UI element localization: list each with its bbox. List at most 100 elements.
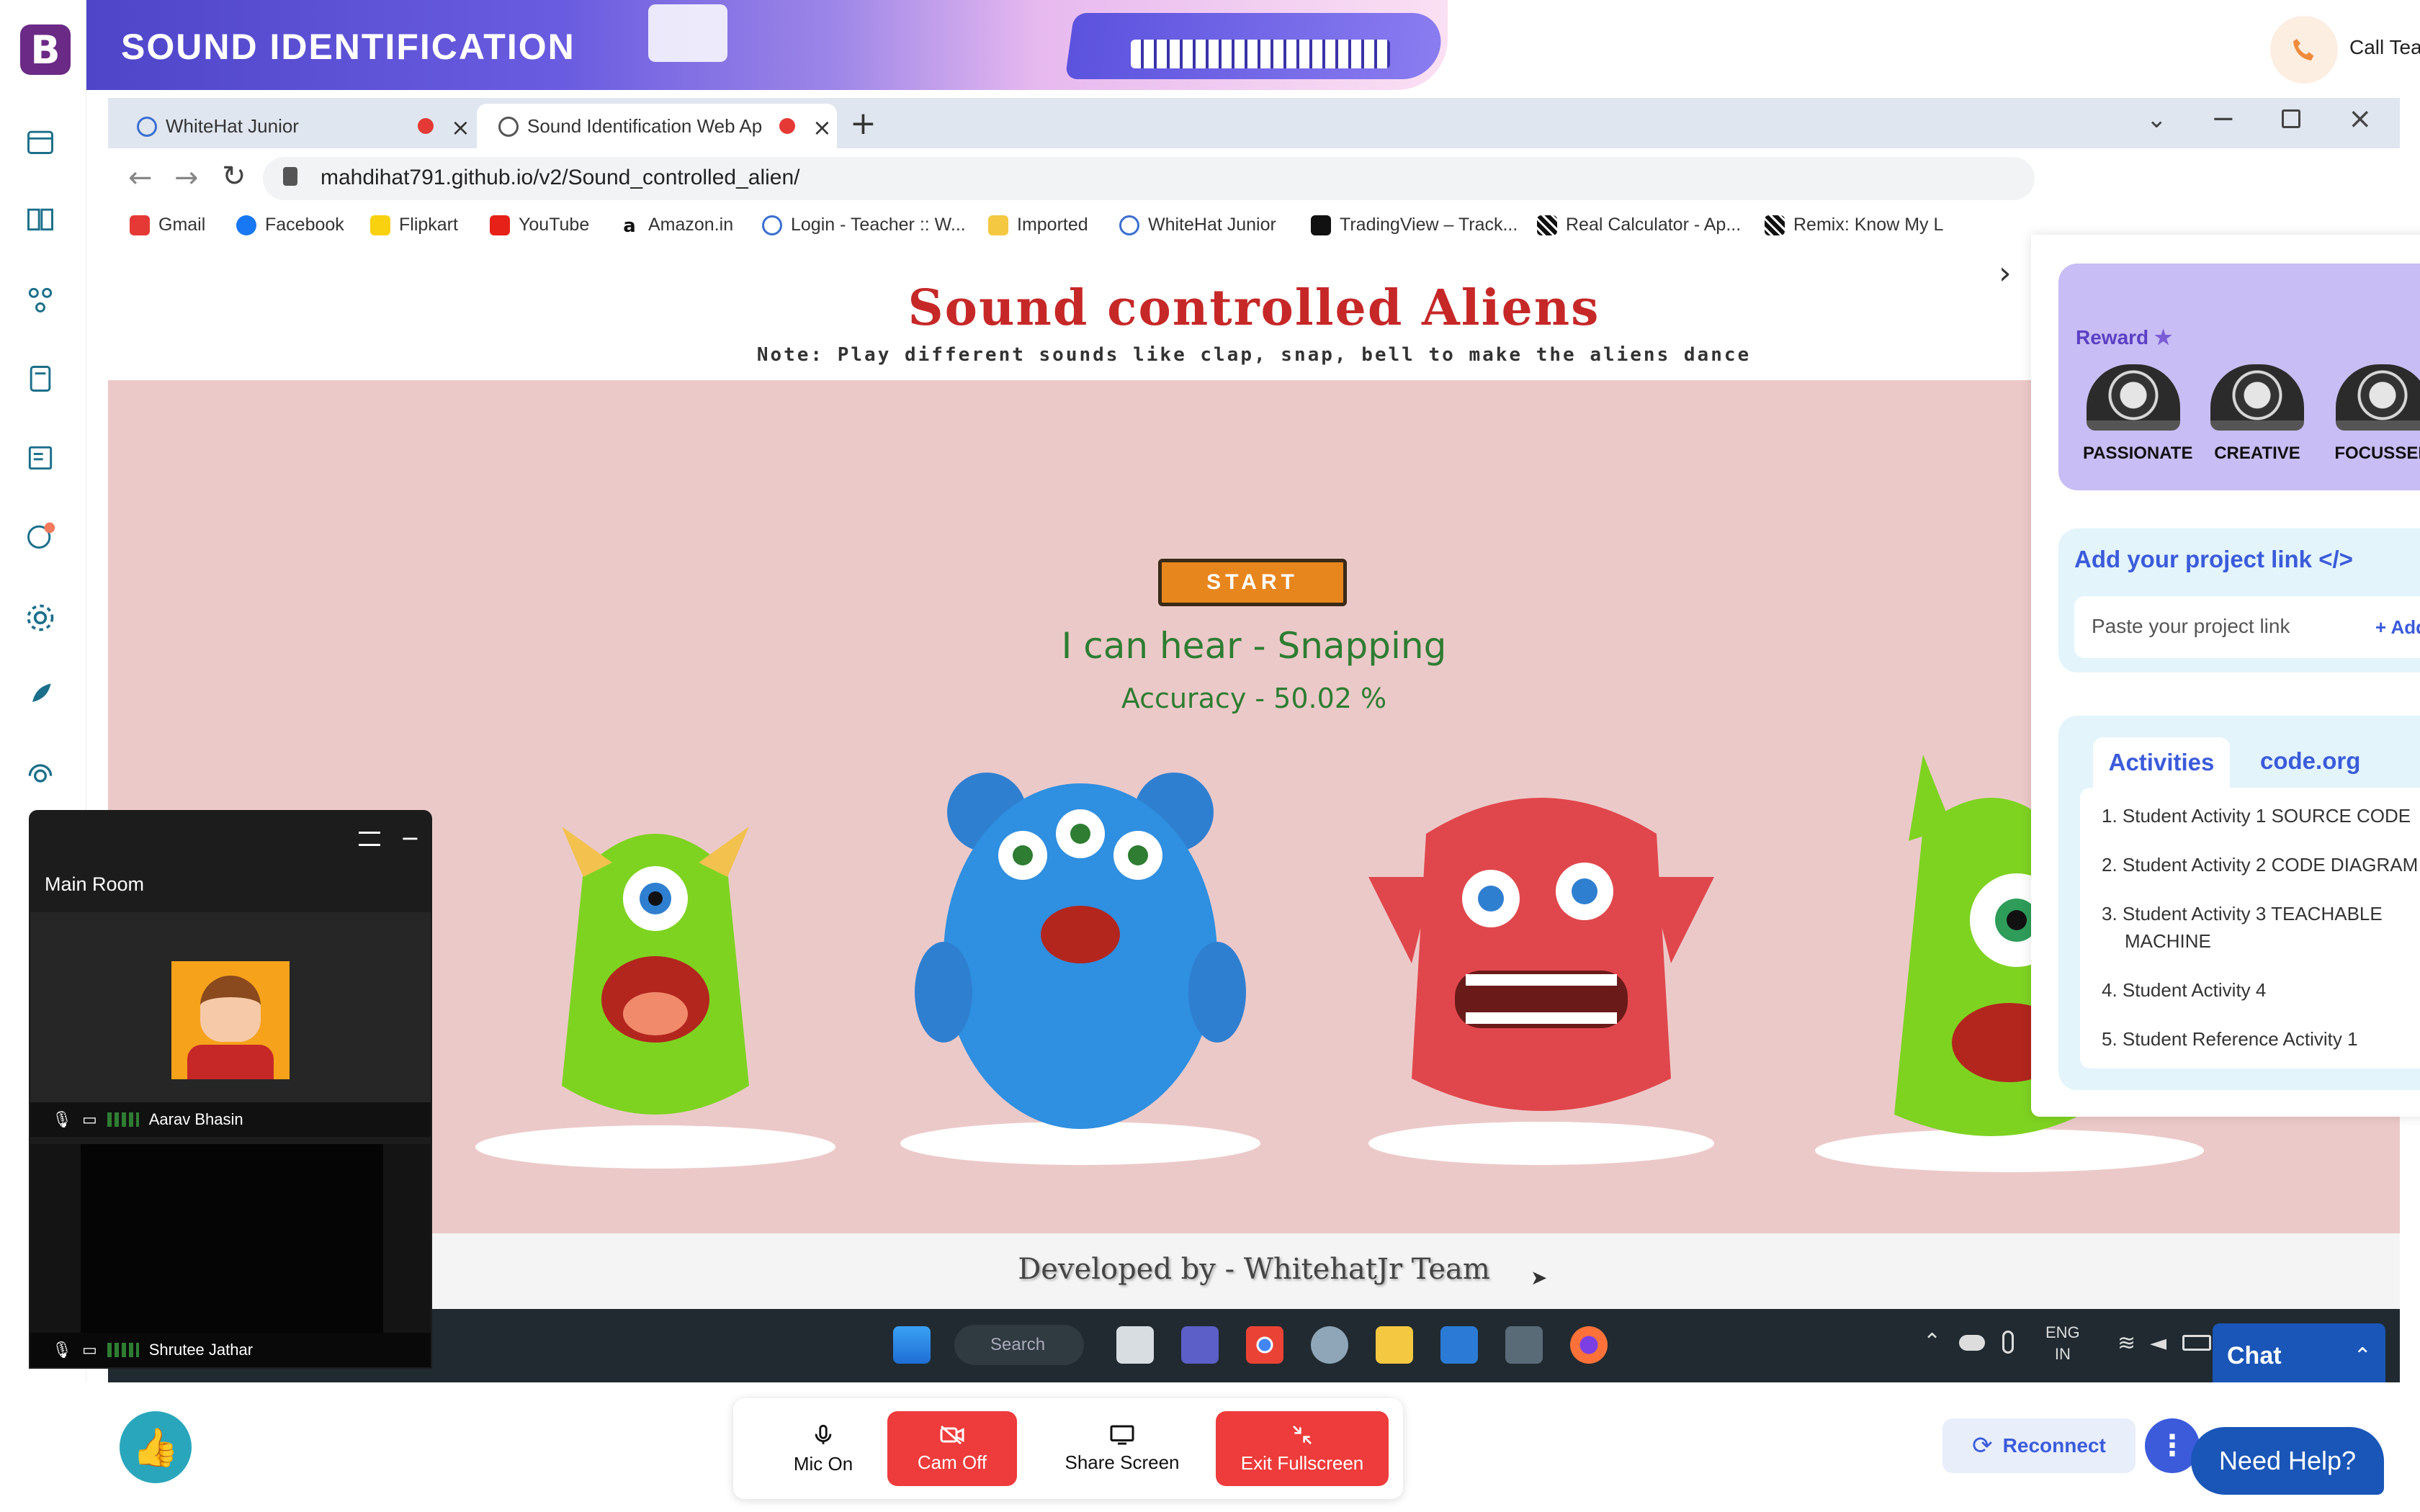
rocket-icon[interactable]: [22, 675, 59, 713]
bookmark-gmail[interactable]: Gmail: [130, 215, 205, 235]
bookmark-remix[interactable]: Remix: Know My L: [1765, 215, 1943, 235]
activity-item[interactable]: 3. Student Activity 3 TEACHABLE MACHINE: [2102, 900, 2420, 955]
tab-label: Sound Identification Web Ap: [527, 114, 763, 137]
bookmark-login-teacher[interactable]: Login - Teacher :: W...: [762, 215, 966, 235]
bookmark-tradingview[interactable]: TradingView – Track...: [1311, 215, 1518, 235]
gmail-icon: [130, 215, 150, 235]
badge-label: FOCUSSED: [2334, 444, 2420, 463]
cam-button[interactable]: Cam Off: [887, 1411, 1017, 1486]
settings-app-icon[interactable]: [1311, 1326, 1348, 1364]
settings-icon[interactable]: [22, 599, 59, 636]
tab-sound-identification[interactable]: Sound Identification Web Ap ×: [477, 104, 837, 148]
exit-fullscreen-button[interactable]: Exit Fullscreen: [1216, 1411, 1389, 1486]
cloud-icon[interactable]: [1959, 1335, 1985, 1351]
flipkart-icon: [370, 215, 390, 235]
project-link-input[interactable]: Paste your project link + Add: [2074, 596, 2420, 658]
reconnect-button[interactable]: ⟳ Reconnect: [1942, 1418, 2136, 1473]
badge-creative[interactable]: CREATIVE: [2207, 364, 2308, 464]
forward-icon[interactable]: →: [174, 161, 199, 194]
bookmark-youtube[interactable]: YouTube: [490, 215, 589, 235]
bookmark-imported[interactable]: Imported: [988, 215, 1088, 235]
taskbar-search[interactable]: Search: [954, 1325, 1084, 1365]
battery-icon[interactable]: [2182, 1335, 2211, 1351]
tray-chevron-icon[interactable]: ⌃: [1923, 1329, 1941, 1354]
activity-item[interactable]: 4. Student Activity 4: [2102, 976, 2420, 1004]
bookmark-flipkart[interactable]: Flipkart: [370, 215, 458, 235]
start-button[interactable]: START: [1158, 559, 1347, 606]
teacher-illustration: [648, 4, 727, 62]
document-icon[interactable]: [22, 439, 59, 477]
teams-icon[interactable]: [1181, 1326, 1219, 1364]
bookmark-facebook[interactable]: Facebook: [236, 215, 344, 235]
badge-focussed[interactable]: FOCUSSED: [2332, 364, 2420, 464]
chat-toggle[interactable]: Chat ⌃: [2213, 1323, 2385, 1388]
back-icon[interactable]: ←: [128, 161, 153, 194]
class-banner: SOUND IDENTIFICATION: [86, 0, 1448, 90]
l-app-icon[interactable]: [1440, 1326, 1478, 1364]
activity-item[interactable]: 1. Student Activity 1 SOURCE CODE: [2102, 802, 2420, 829]
minimize-video-icon[interactable]: −: [400, 824, 420, 852]
activities-list: 1. Student Activity 1 SOURCE CODE 2. Stu…: [2080, 788, 2420, 1068]
red-alien: [1368, 798, 1714, 1165]
panel-collapse-chevron-icon[interactable]: ›: [1999, 255, 2035, 292]
piano-keys-illustration: [1131, 40, 1390, 68]
tab-whitehat[interactable]: WhiteHat Junior ×: [115, 104, 475, 148]
firefox-icon[interactable]: [1570, 1326, 1608, 1364]
layout-toggle-icon[interactable]: [359, 832, 380, 846]
signal-icon: [107, 1112, 139, 1127]
bookmark-whitehat[interactable]: WhiteHat Junior: [1119, 215, 1276, 235]
close-tab-icon[interactable]: ×: [451, 114, 470, 141]
chrome-icon[interactable]: [1246, 1326, 1283, 1364]
notebook-icon[interactable]: [22, 360, 59, 397]
badge-passionate[interactable]: PASSIONATE: [2083, 364, 2193, 464]
book-icon[interactable]: [22, 200, 59, 238]
facebook-icon: [236, 215, 256, 235]
activity-item[interactable]: 5. Student Reference Activity 1: [2102, 1025, 2420, 1053]
blue-alien: [900, 773, 1260, 1165]
tab-activities[interactable]: Activities: [2093, 737, 2230, 788]
wifi-icon[interactable]: ≋: [2118, 1331, 2136, 1356]
windows-taskbar: Search ⌃ ENG IN ≋ ◄: [108, 1309, 2400, 1382]
new-tab-icon[interactable]: +: [850, 105, 877, 142]
tab-search-chevron-icon[interactable]: ⌄: [2146, 105, 2167, 134]
refresh-icon: ⟳: [1972, 1431, 1993, 1460]
share-screen-button[interactable]: Share Screen: [1036, 1411, 1209, 1486]
volume-icon[interactable]: ◄: [2150, 1331, 2166, 1356]
support-icon[interactable]: [22, 755, 59, 792]
thumbs-up-button[interactable]: 👍: [120, 1411, 192, 1483]
bookmark-amazon[interactable]: a Amazon.in: [619, 215, 733, 237]
language-label: ENG: [2045, 1323, 2080, 1341]
mic-button[interactable]: Mic On: [762, 1411, 884, 1486]
star-icon: ★: [2154, 326, 2173, 348]
file-explorer-icon[interactable]: [1376, 1326, 1413, 1364]
tab-code-org[interactable]: code.org: [2260, 747, 2360, 775]
add-project-link-button[interactable]: + Add: [2375, 616, 2420, 639]
badge-label: PASSIONATE: [2083, 444, 2193, 463]
bookmark-real-calculator[interactable]: Real Calculator - Ap...: [1537, 215, 1741, 235]
activity-item[interactable]: 2. Student Activity 2 CODE DIAGRAM: [2102, 851, 2420, 878]
task-view-icon[interactable]: [1116, 1326, 1154, 1364]
region-label: IN: [2054, 1345, 2071, 1363]
youtube-icon: [490, 215, 510, 235]
network-icon[interactable]: [22, 281, 59, 318]
language-indicator[interactable]: ENG IN: [2045, 1322, 2080, 1365]
feedback-icon[interactable]: [22, 517, 59, 554]
close-window-icon[interactable]: ×: [2348, 102, 2372, 135]
call-teacher-button[interactable]: Call Teacher: [2262, 13, 2420, 85]
reward-heading: Reward ★: [2076, 326, 2173, 348]
chevron-up-icon: ⌃: [2353, 1343, 2372, 1369]
reload-icon[interactable]: ↻: [222, 160, 246, 193]
close-tab-icon[interactable]: ×: [812, 114, 832, 141]
avatar-face: [200, 976, 261, 1042]
cap-icon: [2210, 364, 2304, 431]
calculator-icon[interactable]: [1505, 1326, 1543, 1364]
mic-label: Mic On: [793, 1452, 853, 1475]
need-help-button[interactable]: Need Help?: [2191, 1427, 2384, 1495]
brand-logo[interactable]: B: [20, 24, 71, 75]
minimize-icon[interactable]: −: [2211, 102, 2236, 135]
windows-start-icon[interactable]: [893, 1326, 931, 1364]
microphone-tray-icon[interactable]: [2002, 1331, 2014, 1354]
participant-tile-shrutee: 🎙 ▭ Shrutee Jathar: [30, 1144, 431, 1367]
calendar-icon[interactable]: [22, 122, 59, 160]
maximize-icon[interactable]: [2282, 109, 2300, 128]
